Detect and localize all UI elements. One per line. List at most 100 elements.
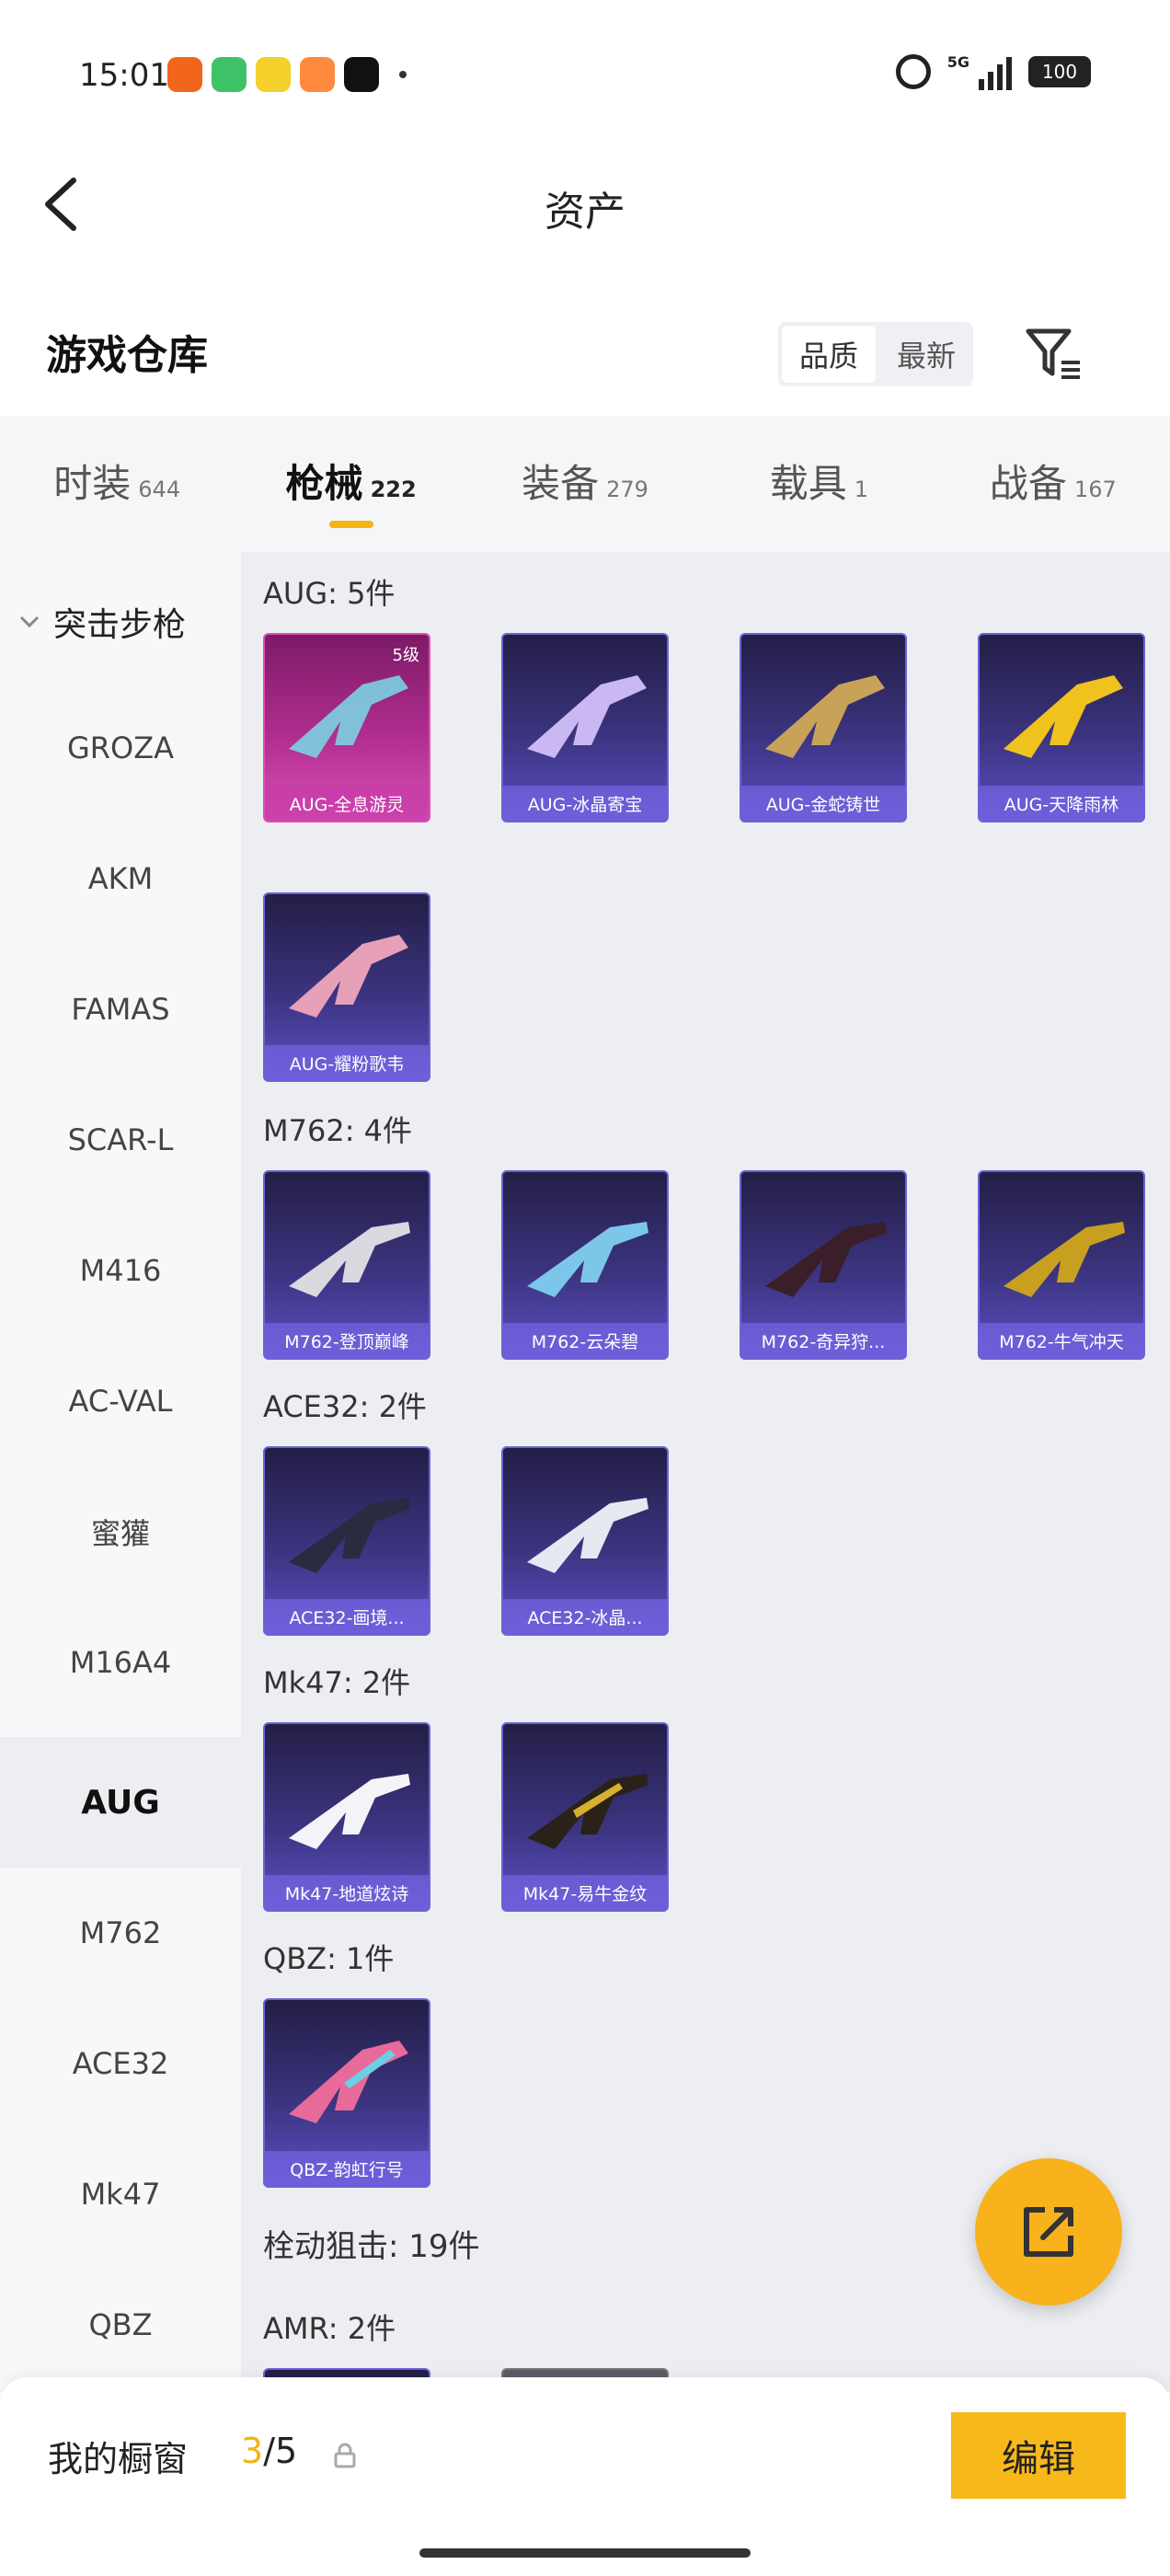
section-title: Mk47: 2件 (263, 1665, 411, 1700)
sidebar-item-m762[interactable]: M762 (0, 1868, 241, 1998)
skin-name: M762-登顶巅峰 (265, 1323, 429, 1358)
chevron-down-icon (19, 615, 40, 628)
tab-vehicles[interactable]: 载具 1 (702, 416, 935, 552)
sidebar-item-groza[interactable]: GROZA (0, 683, 241, 813)
sidebar-item-scar-l[interactable]: SCAR-L (0, 1075, 241, 1205)
showcase-label: 我的橱窗 (48, 2439, 189, 2479)
sidebar-item-honey-badger[interactable]: 蜜獾 (0, 1466, 241, 1597)
section-title: AUG: 5件 (263, 576, 396, 611)
tab-count: 222 (370, 477, 417, 502)
skin-card[interactable]: AUG-冰晶寄宝 (501, 633, 669, 822)
sidebar-item-m16a4[interactable]: M16A4 (0, 1597, 241, 1728)
skin-card[interactable]: M762-牛气冲天 (978, 1170, 1145, 1360)
sidebar-item-ace32[interactable]: ACE32 (0, 1998, 241, 2129)
app-icon-green (212, 57, 247, 92)
sidebar-item-m416[interactable]: M416 (0, 1205, 241, 1336)
weapon-skin-image (289, 675, 408, 758)
skin-card[interactable]: AUG-天降雨林 (978, 633, 1145, 822)
sort-newest-button[interactable]: 最新 (879, 322, 973, 386)
skin-name: M762-云朵碧 (503, 1323, 667, 1358)
weapon-skin-image (289, 2041, 408, 2123)
tab-count: 1 (854, 477, 869, 502)
page-title: 资产 (545, 189, 625, 236)
skin-name: AUG-耀粉歌韦 (265, 1045, 429, 1080)
weapon-skin-image (765, 1222, 887, 1297)
skin-name: AUG-全息游灵 (265, 786, 429, 821)
skin-name: Mk47-易牛金纹 (503, 1875, 667, 1910)
active-tab-indicator (328, 521, 373, 528)
skin-card[interactable]: M762-登顶巅峰 (263, 1170, 430, 1360)
weapon-skin-image (289, 1774, 410, 1849)
status-time: 15:01 (79, 57, 169, 94)
tab-label: 枪械 (285, 461, 363, 506)
showcase-count-current: 3 (241, 2431, 264, 2471)
sidebar-item-akm[interactable]: AKM (0, 813, 241, 944)
skin-name: M762-牛气冲天 (980, 1323, 1143, 1358)
weapon-skin-image (289, 1222, 410, 1297)
tab-equipment[interactable]: 装备 279 (468, 416, 702, 552)
tab-count: 279 (606, 477, 648, 502)
network-label: 5G (946, 53, 969, 71)
category-tabs: 时装 644 枪械 222 装备 279 载具 1 战备 167 (0, 416, 1170, 552)
skin-card[interactable]: AUG-金蛇铸世 (740, 633, 907, 822)
skin-name: QBZ-韵虹行号 (265, 2151, 429, 2186)
skin-name: Mk47-地道炫诗 (265, 1875, 429, 1910)
showcase-bar: 我的橱窗 3/5 编辑 (0, 2377, 1170, 2576)
sidebar-item-ac-val[interactable]: AC-VAL (0, 1336, 241, 1466)
sidebar-item-famas[interactable]: FAMAS (0, 944, 241, 1075)
skin-level: 5级 (392, 646, 419, 665)
weapon-skin-image (527, 1222, 648, 1297)
sort-toggle: 品质 最新 (778, 322, 973, 386)
weapon-skin-image (289, 1498, 410, 1573)
alarm-icon (895, 54, 931, 89)
skin-card[interactable]: ACE32-冰晶... (501, 1446, 669, 1636)
showcase-count: 3/5 (241, 2431, 297, 2471)
filter-icon[interactable] (1023, 324, 1084, 385)
sidebar-item-qbz[interactable]: QBZ (0, 2260, 241, 2390)
skin-card[interactable]: ACE32-画境... (263, 1446, 430, 1636)
sidebar-category-label: 突击步枪 (53, 606, 187, 644)
share-button[interactable] (975, 2158, 1122, 2306)
skin-name: M762-奇异狩... (741, 1323, 905, 1358)
sort-quality-button[interactable]: 品质 (782, 326, 876, 383)
app-icon-play (300, 57, 335, 92)
tab-label: 载具 (769, 461, 847, 506)
weapon-skin-image (1004, 675, 1123, 758)
sidebar-item-aug[interactable]: AUG (0, 1737, 241, 1868)
skin-card[interactable]: 5级 AUG-全息游灵 (263, 633, 430, 822)
skin-card[interactable]: Mk47-地道炫诗 (263, 1722, 430, 1912)
more-notifications-icon (399, 71, 407, 78)
skin-name: AUG-天降雨林 (980, 786, 1143, 821)
skin-card[interactable]: AUG-耀粉歌韦 (263, 892, 430, 1082)
skin-card[interactable]: Mk47-易牛金纹 (501, 1722, 669, 1912)
tiktok-icon (344, 57, 379, 92)
weapon-skin-image (1004, 1222, 1125, 1297)
lock-icon (334, 2443, 356, 2468)
sidebar-category[interactable]: 突击步枪 (18, 598, 186, 646)
app-icon-orange (167, 57, 202, 92)
skin-card[interactable]: QBZ-韵虹行号 (263, 1998, 430, 2188)
tab-gear[interactable]: 战备 167 (936, 416, 1170, 552)
skin-name: ACE32-冰晶... (503, 1599, 667, 1634)
notification-icons (167, 57, 407, 92)
weapon-skin-image (527, 675, 647, 758)
weapon-sidebar: 突击步枪 GROZA AKM FAMAS SCAR-L M416 AC-VAL … (0, 552, 241, 2392)
status-bar: 15:01 5G 100 (0, 0, 1170, 147)
warehouse-title: 游戏仓库 (46, 332, 208, 379)
share-external-icon (1024, 2207, 1073, 2257)
skin-name: AUG-金蛇铸世 (741, 786, 905, 821)
tab-fashion[interactable]: 时装 644 (0, 416, 234, 552)
edit-button[interactable]: 编辑 (951, 2412, 1126, 2499)
sidebar-item-mk47[interactable]: Mk47 (0, 2129, 241, 2260)
tab-label: 战备 (989, 461, 1067, 506)
section-title: QBZ: 1件 (263, 1941, 395, 1976)
weapon-skin-image (527, 1774, 648, 1849)
section-title: ACE32: 2件 (263, 1389, 427, 1424)
skin-card[interactable]: M762-奇异狩... (740, 1170, 907, 1360)
skin-card[interactable]: M762-云朵碧 (501, 1170, 669, 1360)
app-icon-yellow (256, 57, 291, 92)
tab-firearms[interactable]: 枪械 222 (234, 416, 467, 552)
tab-label: 装备 (522, 461, 600, 506)
tab-label: 时装 (53, 461, 132, 506)
system-icons: 5G 100 (895, 53, 1091, 90)
